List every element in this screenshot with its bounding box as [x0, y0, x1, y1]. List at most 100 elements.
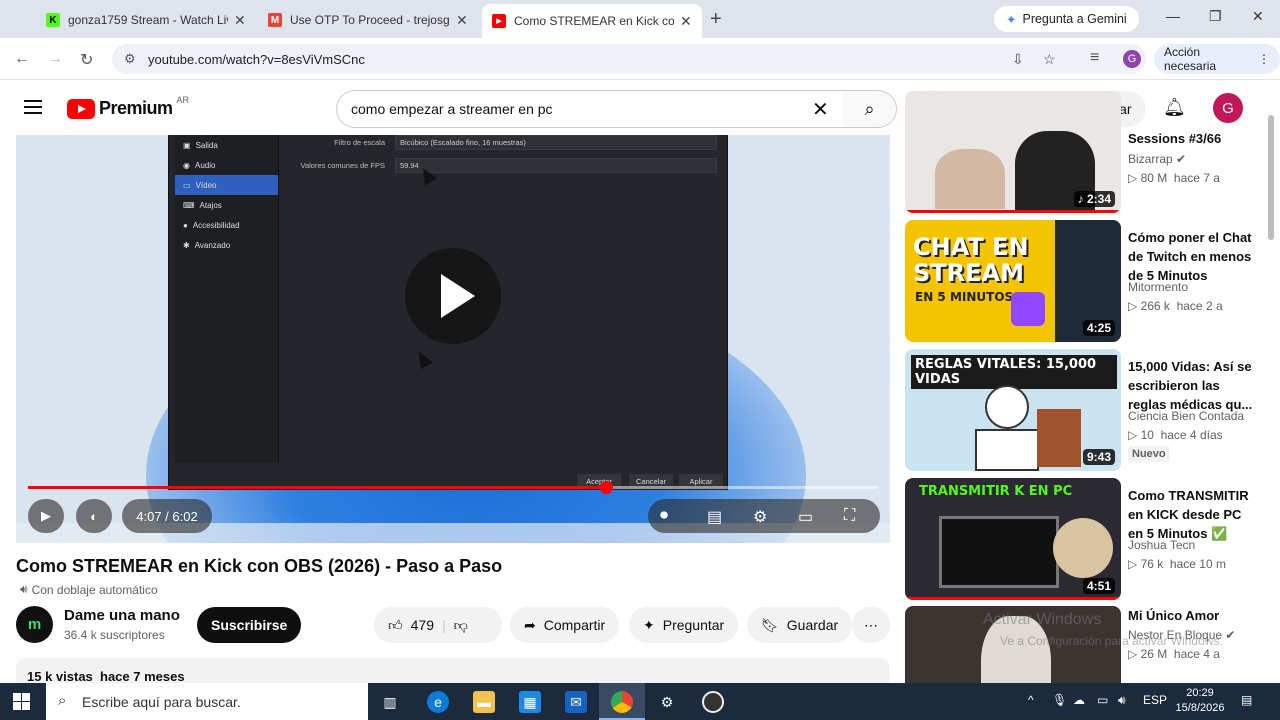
forward-arrow-icon[interactable]: → [47, 50, 63, 68]
obs-menu-item: ▣ Salida [175, 135, 278, 155]
search-input[interactable]: como empezar a streamer en pc [336, 90, 844, 128]
settings-gear-icon[interactable]: ⚙ [656, 691, 678, 713]
channel-name[interactable]: Dame una mano [64, 607, 180, 624]
network-icon[interactable]: ▭ [1097, 693, 1108, 707]
ask-label: Preguntar [662, 617, 725, 633]
verified-check-icon: ✔ [1225, 628, 1236, 642]
mail-icon[interactable]: ✉ [565, 691, 587, 713]
progress-scrubber[interactable] [600, 481, 613, 494]
minimize-window-icon[interactable]: — [1166, 8, 1180, 24]
profile-avatar[interactable]: G [1123, 50, 1141, 68]
media-controls-icon[interactable]: ≡ [1090, 49, 1099, 67]
dislike-thumb-icon[interactable]: 👎︎ [454, 617, 468, 634]
task-view-icon[interactable]: ▥ [379, 691, 401, 713]
windows-taskbar: ⌕ Escribe aquí para buscar. ▥ e ▬ ▦ ✉ ⚙ … [0, 683, 1280, 720]
new-tab-plus-icon[interactable]: + [710, 8, 722, 31]
rec-channel: Ciencia Bien Contada [1128, 409, 1245, 423]
reload-icon[interactable]: ↻ [80, 50, 93, 70]
taskbar-search-input[interactable]: ⌕ Escribe aquí para buscar. [46, 683, 368, 720]
taskbar-clock[interactable]: 20:29 15/8/2026 [1170, 686, 1230, 716]
bookmark-star-icon[interactable]: ☆ [1043, 51, 1056, 68]
windows-start-icon[interactable] [13, 693, 30, 710]
obs-audio-icon: ◉ [183, 160, 190, 170]
more-vert-icon: ⋮ [1258, 52, 1270, 66]
thumbnail[interactable]: TRANSMITIR K EN PC 4:51 [905, 478, 1121, 600]
volume-button[interactable]: ◐ [76, 499, 112, 533]
menu-hamburger-icon[interactable] [24, 100, 42, 114]
subtitles-icon[interactable]: ▤ [707, 507, 722, 527]
file-explorer-icon[interactable]: ▬ [473, 691, 495, 713]
accion-label: Acción necesaria [1164, 45, 1217, 73]
edge-browser-icon[interactable]: e [427, 691, 449, 713]
address-bar[interactable]: ⚙ youtube.com/watch?v=8esViVmSCnc ⇩ ☆ [112, 44, 1146, 74]
notifications-bell-icon[interactable]: 🔔︎ [1163, 97, 1186, 118]
kick-favicon-icon: K [46, 13, 60, 27]
divider: | [442, 617, 446, 633]
thumbnail[interactable]: CHAT EN STREAM EN 5 MINUTOS 4:25 [905, 220, 1121, 342]
progress-bar[interactable] [28, 481, 878, 494]
save-button[interactable]: 🔖︎ Guardar [747, 607, 853, 643]
thumb-text: REGLAS VITALES: 15,000 VIDAS [911, 355, 1117, 389]
maximize-window-icon[interactable]: ❐ [1209, 8, 1222, 25]
thumb-text: CHAT EN STREAM [913, 233, 1029, 287]
fullscreen-icon[interactable]: ⛶ [844, 507, 855, 525]
verified-check-icon: ✔ [1176, 152, 1187, 166]
chrome-icon[interactable] [611, 691, 633, 713]
close-tab-icon[interactable]: ✕ [234, 12, 246, 29]
clear-search-icon[interactable]: ✕ [812, 97, 829, 122]
close-tab-icon[interactable]: ✕ [456, 12, 468, 29]
install-app-icon[interactable]: ⇩ [1012, 51, 1024, 68]
language-indicator[interactable]: ESP [1143, 693, 1167, 707]
subscribe-button[interactable]: Suscribirse [197, 607, 302, 643]
browser-tab-youtube[interactable]: ▶ Como STREMEAR en Kick con OBS ✕ [482, 4, 702, 38]
obs-scale-label: Filtro de escala [334, 138, 385, 147]
big-play-button[interactable] [405, 248, 501, 344]
time-text: 4:07 / 6:02 [136, 508, 198, 524]
microsoft-store-icon[interactable]: ▦ [519, 691, 541, 713]
autoplay-toggle-icon[interactable]: ⏺ [660, 507, 668, 525]
site-settings-icon[interactable]: ⚙ [124, 51, 136, 67]
account-avatar[interactable]: G [1213, 93, 1243, 123]
rec-meta: ▷ 10 hace 4 días [1128, 428, 1223, 442]
youtube-premium-logo[interactable]: Premium AR [67, 95, 189, 119]
gemini-button[interactable]: ✦ Pregunta a Gemini [994, 6, 1139, 32]
obs-menu-item: ⌨ Atajos [175, 195, 278, 215]
channel-avatar[interactable]: m [16, 606, 53, 643]
obs-scale-value: Bicúbico (Escalado fino, 16 muestras) [395, 135, 717, 150]
thumbnail[interactable]: REGLAS VITALES: 15,000 VIDAS 9:43 [905, 349, 1121, 471]
browser-tab-gmail[interactable]: M Use OTP To Proceed - trejosgon ✕ [258, 6, 478, 34]
onedrive-cloud-icon[interactable]: ☁ [1073, 693, 1085, 707]
back-arrow-icon[interactable]: ← [14, 50, 30, 68]
like-thumb-icon[interactable]: 👍︎ [388, 617, 403, 634]
browser-tab-kick[interactable]: K gonza1759 Stream - Watch Live ✕ [36, 6, 256, 34]
rec-title: Como TRANSMITIR en KICK desde PC en 5 Mi… [1128, 488, 1249, 541]
rec-meta: ▷ 26 M hace 4 a [1128, 647, 1220, 661]
share-button[interactable]: ➦ Compartir [510, 607, 620, 643]
watched-progress [905, 597, 1121, 600]
ask-button[interactable]: ✦ Preguntar [629, 607, 739, 643]
notifications-icon[interactable]: ▤ [1241, 693, 1252, 707]
close-window-icon[interactable]: ✕ [1252, 8, 1264, 25]
more-actions-button[interactable]: ⋯ [852, 607, 890, 643]
theater-mode-icon[interactable]: ▭ [798, 507, 813, 527]
search-button[interactable]: ⌕ [843, 90, 897, 128]
play-button[interactable]: ▶ [28, 499, 64, 533]
microphone-tray-icon[interactable]: 🎙︎ [1052, 693, 1067, 707]
thumbnail[interactable]: ♪ 2:34 [905, 91, 1121, 213]
show-hidden-icons-chevron-icon[interactable]: ^ [1028, 693, 1034, 707]
close-tab-icon[interactable]: ✕ [680, 13, 692, 30]
video-player[interactable]: ▣ Salida ◉ Audio ▭ Vídeo ⌨ Atajos ● Accesibil… [16, 135, 890, 543]
like-count[interactable]: 479 [411, 617, 434, 633]
settings-gear-icon[interactable]: ⚙ [753, 507, 767, 527]
obs-menu-item: ◉ Audio [175, 155, 278, 175]
gemini-label: Pregunta a Gemini [1022, 12, 1127, 26]
thumb-body [975, 429, 1039, 471]
tab-title: gonza1759 Stream - Watch Live [68, 13, 228, 27]
page-scrollbar[interactable] [1268, 115, 1274, 240]
volume-tray-icon[interactable]: 🔊︎ [1118, 693, 1126, 708]
obs-menu-label: Avanzado [194, 240, 231, 250]
obs-studio-icon[interactable] [702, 691, 724, 713]
clock-time: 20:29 [1186, 687, 1214, 699]
obs-menu-label: Vídeo [195, 180, 217, 190]
accion-necesaria-button[interactable]: Acción necesaria ⋮ [1154, 44, 1280, 74]
